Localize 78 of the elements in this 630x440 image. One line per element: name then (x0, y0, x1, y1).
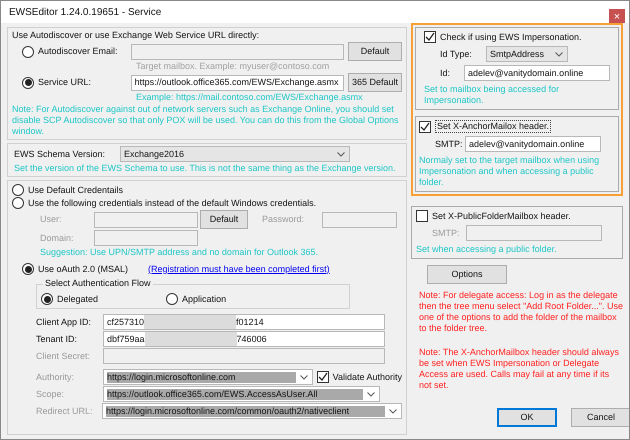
dropdown[interactable]: https://login.microsoftonline.com (103, 369, 313, 385)
checkbox-label: Validate Authority (332, 372, 402, 382)
input-field[interactable]: cf257310 f01214 (103, 314, 385, 330)
checkbox[interactable] (416, 210, 428, 222)
field-label: Client App ID: (36, 316, 92, 328)
registration-link[interactable]: (Registration must have been completed first) (148, 264, 330, 274)
note-text: Note: The X-AnchorMailbox header should always be set when EWS Impersonation or Delegate Access are used. Calls may fail at any time if its not set. (419, 347, 620, 391)
chevron-icon (300, 374, 308, 380)
field-label: User: (40, 214, 63, 225)
input-field[interactable] (94, 230, 198, 246)
checkbox[interactable] (424, 31, 436, 43)
chevron-icon (337, 152, 345, 156)
radio-button[interactable] (22, 76, 34, 88)
note-text: Set to mailbox being accessed for Impersonation. (424, 84, 560, 106)
chevron-icon (389, 408, 397, 414)
checkbox[interactable] (316, 371, 329, 383)
field-label: SMTP: (432, 228, 461, 238)
dropdown[interactable]: https://login.microsoftonline.com/common/oauth2/nativeclient (102, 403, 402, 419)
input-field[interactable] (103, 348, 385, 364)
radio-label: Use oAuth 2.0 (MSAL) (38, 264, 128, 274)
window-title: EWSEditor 1.24.0.19651 - Service (9, 6, 162, 18)
radio-label: Application (182, 294, 226, 304)
hint-text: Target mailbox. Example: myuser@contoso.com (135, 61, 330, 72)
note-text: Normaly set to the target mailbox when using Impersonation and when accessing a public folder. (419, 155, 600, 188)
chevron-icon (555, 52, 563, 56)
input-field[interactable] (466, 225, 602, 241)
field-label: SMTP: (435, 138, 464, 150)
note-text: Note: For Autodiscover against out of network servers such as Exchange Online, you should set disable SCP Autodiscover so that only POX will be used. You can do this from the Global Options window. (12, 104, 400, 137)
field-label: Tenant ID: (36, 334, 78, 344)
input-field[interactable]: adelev@vanitydomain.online (465, 136, 601, 152)
field-label: Id: (440, 68, 452, 78)
suggestion-text: Suggestion: Use UPN/SMTP address and no domain for Outlook 365. (39, 247, 319, 258)
note-text: Set when accessing a public folder. (416, 244, 558, 255)
note-text: Note: For delegate access: Log in as the delegate then the tree menu select "Add Root Folder...". Use one of the options to add the folder of the mailbox to the folder tree. (419, 290, 623, 334)
field-text: cf257310 (107, 316, 144, 328)
radio-label: Use the following credentials instead of the default Windows credentials. (28, 198, 316, 208)
dropdown[interactable]: Exchange2016 (120, 146, 350, 162)
field-label: Redirect URL: (36, 406, 94, 416)
checkbox-label: Set X-AnchorMailox header. (435, 120, 552, 133)
input-field[interactable]: https://outlook.office365.com/EWS/Exchange.asmx (130, 74, 344, 90)
field-text: f01214 (236, 316, 264, 328)
radio-button[interactable] (22, 263, 34, 275)
group-heading: Use Autodiscover or use Exchange Web Service URL directly: (12, 30, 260, 41)
checkbox-label: Set X-PublicFolderMailbox header. (432, 210, 571, 222)
radio-button[interactable] (166, 293, 178, 305)
field-label: Authority: (36, 372, 76, 382)
note-text: Set the version of the EWS Schema to use. This is not the same thing as the Exchange version. (14, 163, 397, 174)
input-field[interactable]: adelev@vanitydomain.online (464, 65, 610, 81)
input-field[interactable] (94, 212, 198, 228)
field-text: dbf759aa (107, 334, 145, 344)
hint-text: Example: https://mail.contoso.com/EWS/Exchange.asmx (135, 92, 364, 103)
group-heading: Select Authentication Flow (43, 278, 153, 289)
field-label: Scope: (36, 388, 66, 400)
checkbox[interactable] (419, 120, 431, 132)
dropdown[interactable]: SmtpAddress (486, 46, 568, 62)
radio-label: Delegated (57, 294, 98, 304)
radio-label: Autodiscover Email: (38, 46, 118, 57)
input-field[interactable]: dbf759aa 746006 (103, 331, 385, 347)
field-label: EWS Schema Version: (14, 148, 106, 160)
radio-label: Service URL: (38, 77, 92, 88)
field-text: 746006 (236, 334, 267, 344)
checkbox-label: Check if using EWS Impersonation. (440, 32, 582, 42)
radio-button[interactable] (41, 293, 53, 305)
button[interactable]: Default (200, 210, 248, 229)
button[interactable]: Cancel (571, 408, 629, 427)
dropdown[interactable]: https://outlook.office365.com/EWS.AccessAsUser.All (103, 386, 380, 402)
radio-button[interactable] (12, 184, 24, 196)
button[interactable]: OK (497, 408, 557, 427)
input-field[interactable] (322, 212, 397, 228)
chevron-icon (367, 392, 375, 396)
field-label: Id Type: (440, 48, 473, 60)
radio-button[interactable] (12, 197, 24, 209)
field-label: Client Secret: (36, 350, 92, 362)
radio-label: Use Default Credentails (28, 184, 124, 196)
button[interactable]: Options (427, 265, 507, 284)
field-label: Password: (262, 214, 306, 225)
field-label: Domain: (40, 232, 75, 244)
button[interactable]: 365 Default (348, 73, 402, 92)
